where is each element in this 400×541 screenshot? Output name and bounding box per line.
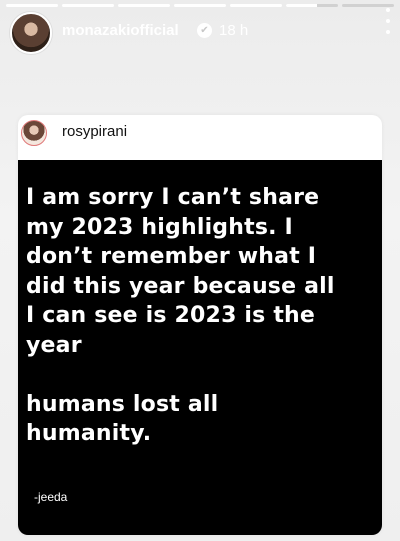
story-progress-bar: [6, 4, 394, 7]
post-quote-text: I am sorry I can’t share my 2023 highlig…: [26, 183, 376, 449]
avatar[interactable]: [10, 12, 52, 54]
more-vertical-icon[interactable]: [382, 8, 394, 34]
verified-badge-icon: ✔: [197, 23, 212, 38]
progress-segment-current: [286, 4, 338, 7]
progress-segment: [118, 4, 170, 7]
progress-segment: [6, 4, 58, 7]
shared-post-card[interactable]: rosypirani I am sorry I can’t share my 2…: [18, 115, 382, 535]
story-timestamp: 18 h: [219, 22, 249, 39]
shared-post-avatar[interactable]: [21, 120, 47, 146]
story-header: monazakiofficial ✔ 18 h: [10, 12, 390, 54]
progress-segment: [342, 4, 394, 7]
shared-post-username[interactable]: rosypirani: [62, 123, 127, 140]
shared-post-image: I am sorry I can’t share my 2023 highlig…: [18, 160, 382, 535]
quote-line: did this year because all: [26, 273, 335, 299]
quote-line: I am sorry I can’t share: [26, 185, 320, 210]
progress-segment: [174, 4, 226, 7]
story-username[interactable]: monazakiofficial: [62, 22, 179, 39]
quote-line: humans lost all: [26, 391, 219, 417]
quote-line: my 2023 highlights. I: [26, 214, 293, 240]
progress-segment: [230, 4, 282, 7]
quote-line: don’t remember what I: [26, 244, 317, 269]
quote-author: -jeeda: [34, 490, 68, 504]
quote-line: humanity.: [26, 421, 152, 446]
quote-line: year: [26, 332, 82, 358]
quote-spacer: [26, 360, 376, 390]
quote-line: I can see is 2023 is the: [26, 303, 316, 328]
progress-segment: [62, 4, 114, 7]
